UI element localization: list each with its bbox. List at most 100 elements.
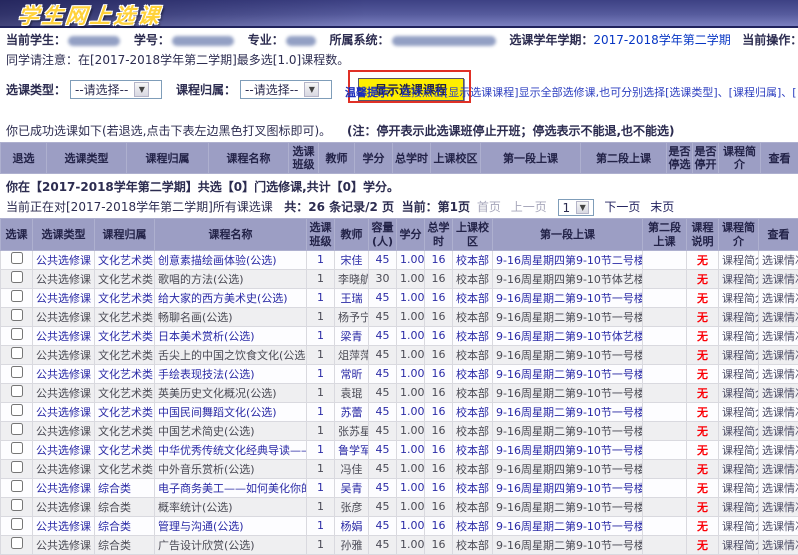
- course-select-checkbox[interactable]: [11, 499, 23, 511]
- cell-intro[interactable]: 课程简介: [719, 516, 759, 535]
- cell-type: 公共选修课: [33, 364, 95, 383]
- course-select-checkbox[interactable]: [11, 252, 23, 264]
- cell-intro[interactable]: 课程简介: [719, 497, 759, 516]
- course-type-selected: --请选择--: [75, 81, 128, 98]
- course-select-checkbox[interactable]: [11, 290, 23, 302]
- cell-view[interactable]: 选课情况: [759, 402, 798, 421]
- course-select-checkbox[interactable]: [11, 518, 23, 530]
- cell-teacher: 张彦: [335, 497, 369, 516]
- cell-note: 无: [687, 269, 719, 288]
- row-select-cell: [1, 516, 33, 535]
- cell-view[interactable]: 选课情况: [759, 383, 798, 402]
- cell-capacity: 45: [369, 459, 397, 478]
- cell-intro[interactable]: 课程简介: [719, 288, 759, 307]
- next-page-link[interactable]: 下一页: [604, 200, 640, 214]
- cell-intro[interactable]: 课程简介: [719, 269, 759, 288]
- cell-teacher: 常昕: [335, 364, 369, 383]
- cell-type: 公共选修课: [33, 516, 95, 535]
- cell-name: 舌尖上的中国之饮食文化(公选): [155, 345, 307, 364]
- cell-intro[interactable]: 课程简介: [719, 478, 759, 497]
- column-header: 是否停开: [693, 143, 719, 174]
- course-category-label: 课程归属：: [176, 81, 236, 98]
- cell-campus: 校本部: [453, 364, 493, 383]
- cell-note: 无: [687, 497, 719, 516]
- cell-view[interactable]: 选课情况: [759, 326, 798, 345]
- cell-intro[interactable]: 课程简介: [719, 345, 759, 364]
- cell-view[interactable]: 选课情况: [759, 421, 798, 440]
- cell-intro[interactable]: 课程简介: [719, 421, 759, 440]
- page-select[interactable]: 1 ▼: [558, 199, 594, 216]
- course-select-checkbox[interactable]: [11, 423, 23, 435]
- cell-campus: 校本部: [453, 497, 493, 516]
- course-type-select[interactable]: --请选择-- ▼: [70, 80, 162, 99]
- cell-view[interactable]: 选课情况: [759, 535, 798, 554]
- column-header: 第二段上课: [643, 219, 687, 250]
- course-select-checkbox[interactable]: [11, 442, 23, 454]
- course-select-checkbox[interactable]: [11, 480, 23, 492]
- cell-view[interactable]: 选课情况: [759, 250, 798, 269]
- row-select-cell: [1, 421, 33, 440]
- cell-view[interactable]: 选课情况: [759, 459, 798, 478]
- cell-view[interactable]: 选课情况: [759, 497, 798, 516]
- cell-view[interactable]: 选课情况: [759, 364, 798, 383]
- cell-intro[interactable]: 课程简介: [719, 326, 759, 345]
- row-select-cell: [1, 535, 33, 554]
- column-header: 退选: [1, 143, 47, 174]
- cell-intro[interactable]: 课程简介: [719, 535, 759, 554]
- cell-schedule2: [643, 478, 687, 497]
- cell-intro[interactable]: 课程简介: [719, 440, 759, 459]
- cell-view[interactable]: 选课情况: [759, 345, 798, 364]
- course-select-checkbox[interactable]: [11, 271, 23, 283]
- cell-view[interactable]: 选课情况: [759, 307, 798, 326]
- cell-intro[interactable]: 课程简介: [719, 364, 759, 383]
- course-select-checkbox[interactable]: [11, 537, 23, 549]
- cell-schedule2: [643, 288, 687, 307]
- cell-campus: 校本部: [453, 326, 493, 345]
- cell-capacity: 45: [369, 440, 397, 459]
- selected-courses-table: 退选选课类型课程归属课程名称选课班级教师学分总学时上课校区第一段上课第二段上课是…: [0, 142, 798, 174]
- cell-note: 无: [687, 478, 719, 497]
- cell-view[interactable]: 选课情况: [759, 288, 798, 307]
- cell-credit: 1.00: [397, 516, 425, 535]
- semester-label: 选课学年学期：: [509, 33, 593, 47]
- cell-intro[interactable]: 课程简介: [719, 307, 759, 326]
- selection-limit-notice: 同学请注意：在[2017-2018学年第二学期]最多选[1.0]课程数。: [0, 49, 798, 70]
- cell-credit: 1.00: [397, 326, 425, 345]
- cell-schedule1: 9-16周星期二第9-10节一号楼114室(50人): [493, 364, 643, 383]
- course-select-checkbox[interactable]: [11, 461, 23, 473]
- semester-value[interactable]: 2017-2018学年第二学期: [593, 33, 730, 47]
- cell-capacity: 30: [369, 269, 397, 288]
- cell-credit: 1.00: [397, 478, 425, 497]
- cell-capacity: 45: [369, 326, 397, 345]
- column-header: 课程归属: [127, 143, 209, 174]
- cell-credit: 1.00: [397, 383, 425, 402]
- redacted-department: [392, 36, 496, 46]
- cell-name: 中国艺术简史(公选): [155, 421, 307, 440]
- course-select-checkbox[interactable]: [11, 309, 23, 321]
- cell-intro[interactable]: 课程简介: [719, 459, 759, 478]
- last-page-link[interactable]: 末页: [650, 200, 674, 214]
- cell-name: 歌唱的方法(公选): [155, 269, 307, 288]
- cell-view[interactable]: 选课情况: [759, 516, 798, 535]
- filter-toolbar: 选课类型： --请选择-- ▼ 课程归属： --请选择-- ▼ 显示选课课程 温…: [0, 70, 798, 116]
- cell-view[interactable]: 选课情况: [759, 440, 798, 459]
- cell-hours: 16: [425, 364, 453, 383]
- course-select-checkbox[interactable]: [11, 347, 23, 359]
- cell-schedule1: 9-16周星期二第9-10节一号楼102室(50人): [493, 288, 643, 307]
- course-select-checkbox[interactable]: [11, 385, 23, 397]
- course-select-checkbox[interactable]: [11, 328, 23, 340]
- cell-intro[interactable]: 课程简介: [719, 402, 759, 421]
- cell-category: 文化艺术类: [95, 326, 155, 345]
- column-header: 选课: [1, 219, 33, 250]
- cell-note: 无: [687, 421, 719, 440]
- cell-cls: 1: [307, 478, 335, 497]
- cell-intro[interactable]: 课程简介: [719, 383, 759, 402]
- cell-intro[interactable]: 课程简介: [719, 250, 759, 269]
- cell-view[interactable]: 选课情况: [759, 269, 798, 288]
- row-select-cell: [1, 478, 33, 497]
- cell-view[interactable]: 选课情况: [759, 478, 798, 497]
- cell-teacher: 袁琨: [335, 383, 369, 402]
- course-category-select[interactable]: --请选择-- ▼: [240, 80, 332, 99]
- course-select-checkbox[interactable]: [11, 404, 23, 416]
- course-select-checkbox[interactable]: [11, 366, 23, 378]
